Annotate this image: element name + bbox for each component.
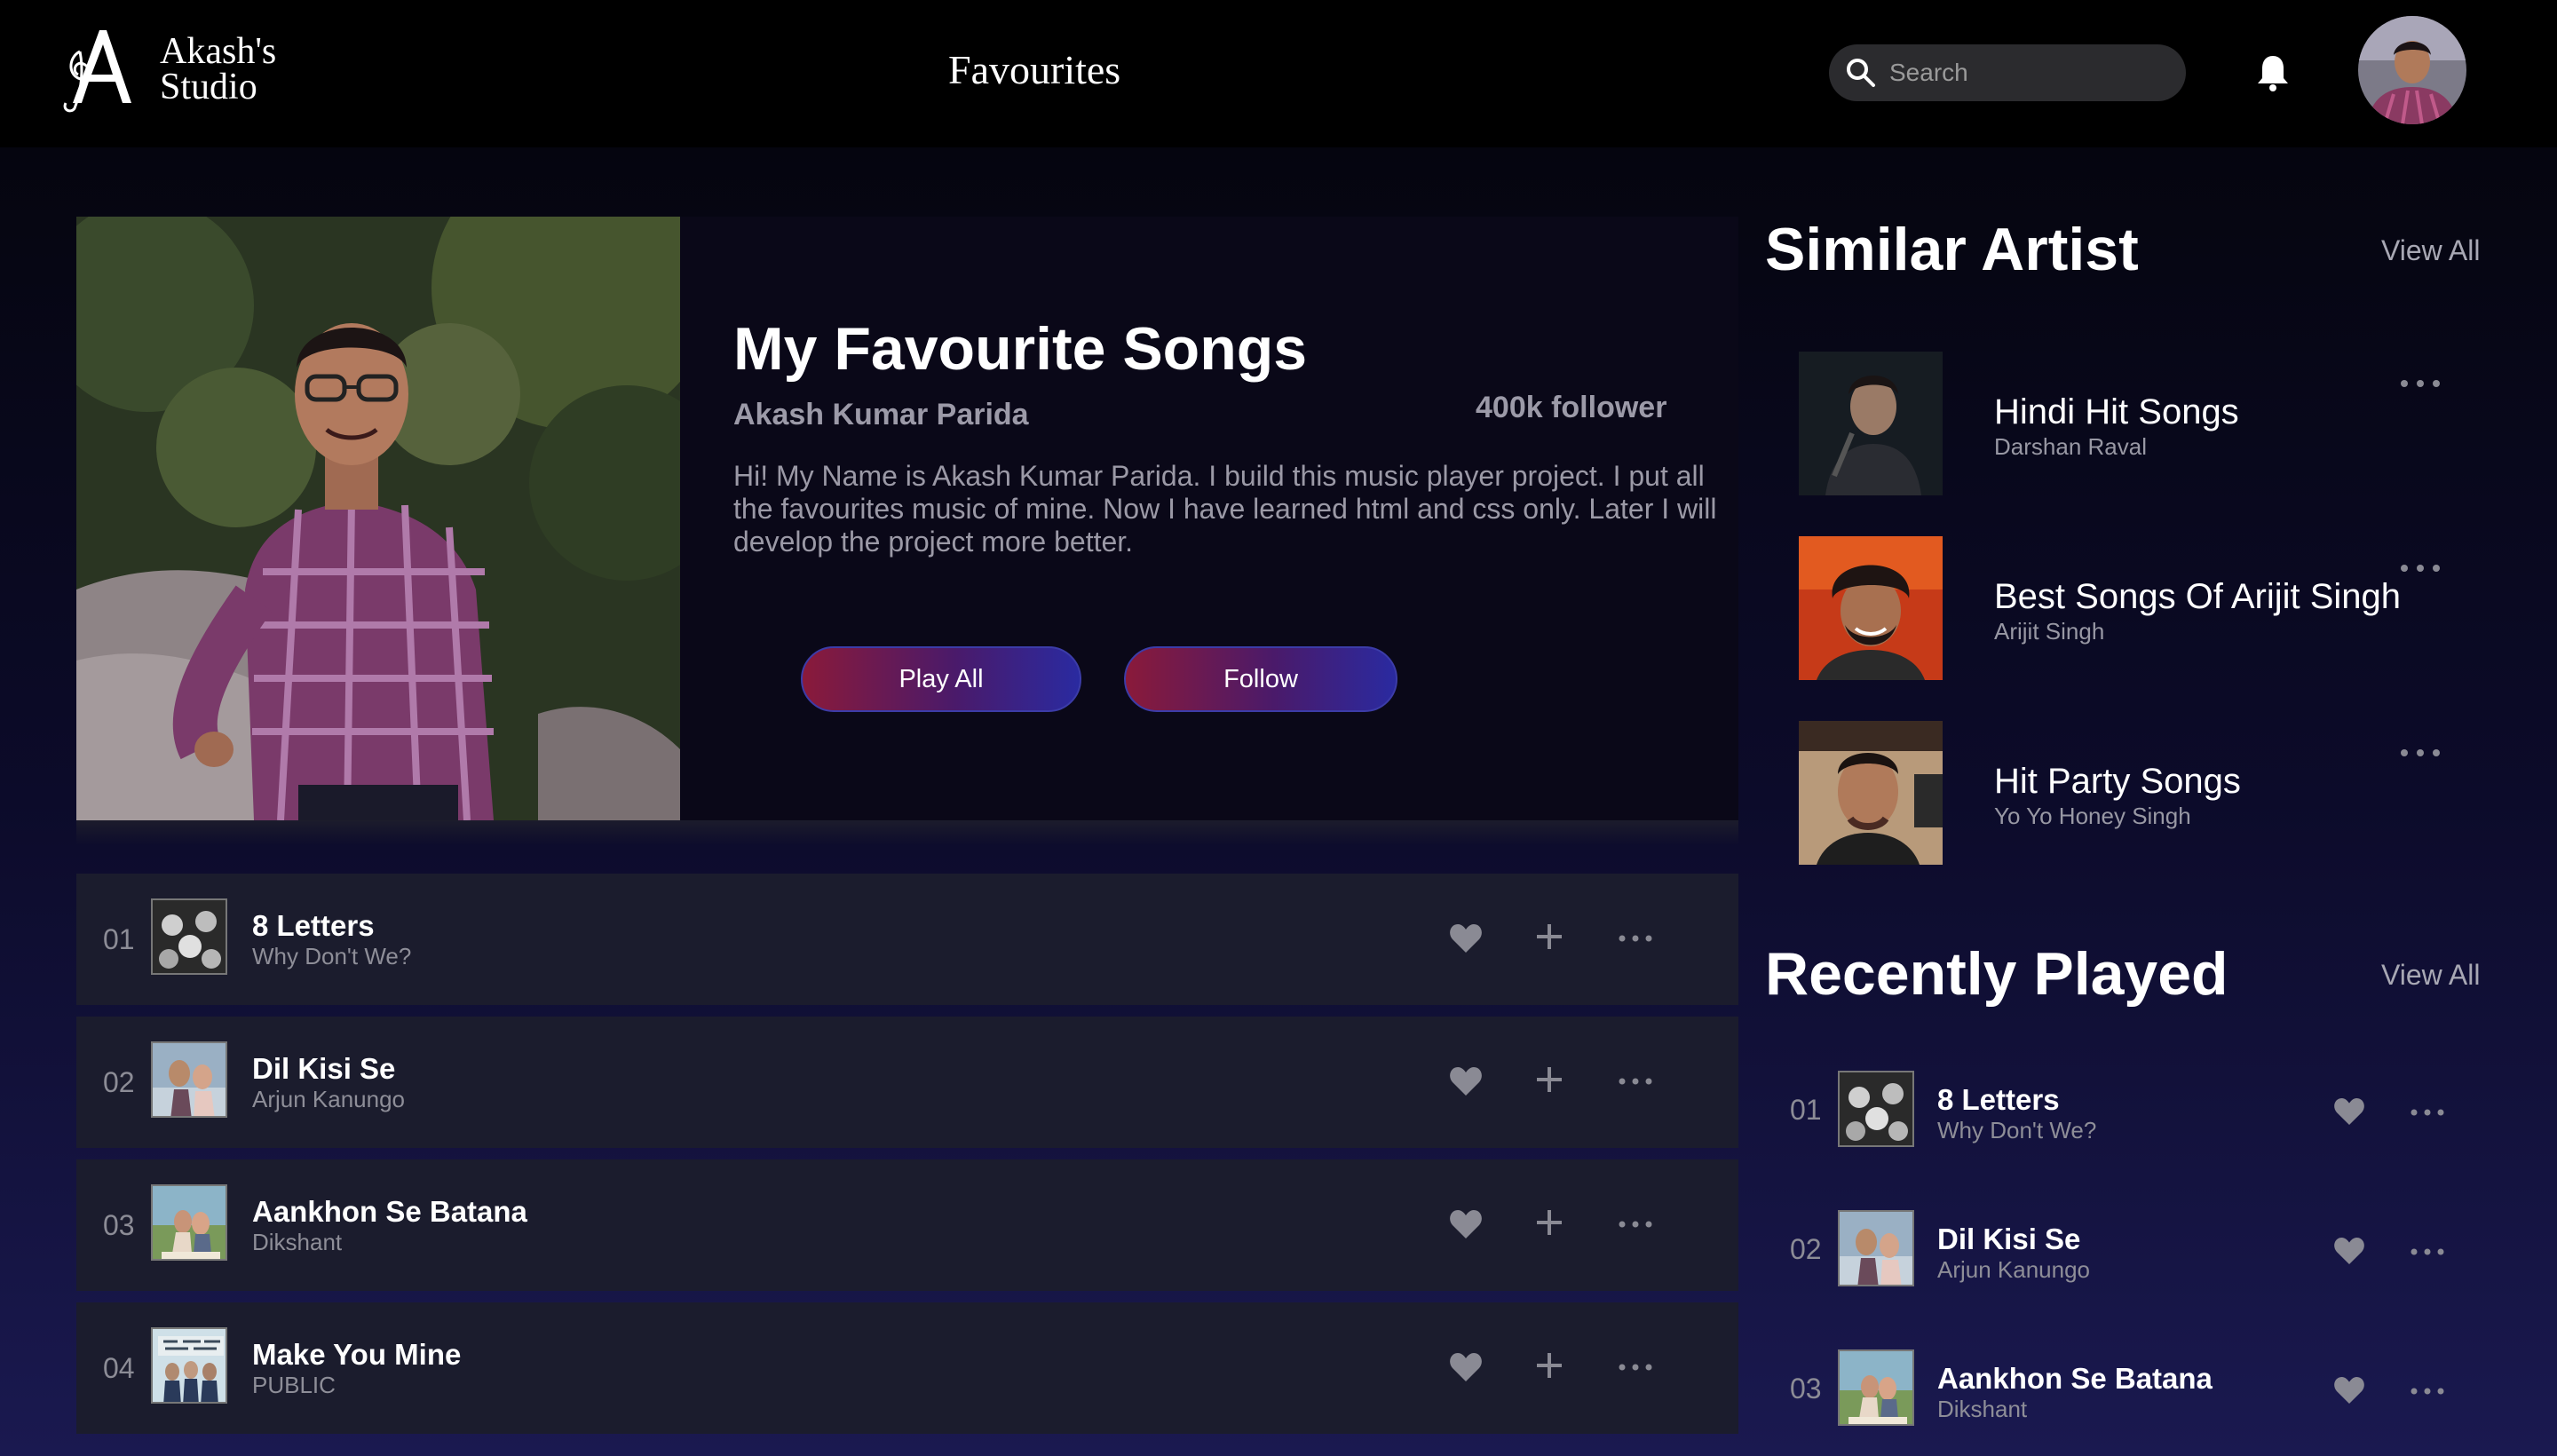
heart-icon[interactable] (2333, 1097, 2365, 1126)
track-number: 04 (103, 1352, 135, 1384)
heart-icon[interactable] (2333, 1376, 2365, 1405)
similar-artist-card[interactable]: Hit Party Songs Yo Yo Honey Singh (1799, 721, 2474, 866)
album-cover (1838, 1071, 1914, 1147)
more-options-icon[interactable] (2399, 559, 2442, 577)
hero-divider (76, 820, 1738, 845)
heart-icon[interactable] (1449, 923, 1483, 954)
notification-bell-icon[interactable] (2255, 53, 2291, 92)
search-input[interactable] (1889, 44, 2173, 101)
song-title[interactable]: Make You Mine (252, 1338, 461, 1372)
add-icon[interactable] (1534, 922, 1564, 952)
artist-name[interactable]: Darshan Raval (1994, 433, 2147, 461)
studio-logo[interactable]: Akash's Studio (53, 25, 276, 114)
heart-icon[interactable] (2333, 1237, 2365, 1265)
song-row[interactable]: 01 8 Letters Why Don't We? (76, 874, 1738, 1005)
recently-played-view-all-link[interactable]: View All (2381, 959, 2480, 992)
logo-text: Akash's Studio (160, 31, 277, 107)
playlist-owner[interactable]: Akash Kumar Parida (733, 398, 1029, 432)
follower-count: 400k follower (1476, 391, 1667, 424)
album-cover (151, 1041, 227, 1118)
song-artist[interactable]: Arjun Kanungo (252, 1086, 405, 1113)
more-options-icon[interactable] (2410, 1099, 2445, 1126)
recent-song-row[interactable]: 01 8 Letters Why Don't We? (1776, 1058, 2504, 1156)
heart-icon[interactable] (1449, 1352, 1483, 1382)
track-number: 03 (1790, 1373, 1822, 1405)
similar-artist-view-all-link[interactable]: View All (2381, 234, 2480, 267)
song-artist[interactable]: PUBLIC (252, 1372, 336, 1399)
similar-artist-card[interactable]: Best Songs Of Arijit Singh Arijit Singh (1799, 536, 2474, 682)
album-cover (1838, 1349, 1914, 1426)
song-artist[interactable]: Why Don't We? (252, 943, 411, 970)
song-title[interactable]: Aankhon Se Batana (252, 1195, 527, 1229)
track-number: 03 (103, 1209, 135, 1241)
album-cover (1838, 1210, 1914, 1286)
logo-line-2: Studio (160, 67, 257, 107)
song-artist[interactable]: Dikshant (252, 1229, 342, 1256)
add-icon[interactable] (1534, 1064, 1564, 1095)
song-title[interactable]: Dil Kisi Se (252, 1052, 395, 1086)
artist-thumbnail (1799, 352, 1943, 495)
song-row[interactable]: 04 Make You Mine PUBLIC (76, 1302, 1738, 1434)
song-artist[interactable]: Why Don't We? (1937, 1117, 2096, 1144)
album-cover (151, 1184, 227, 1261)
artist-playlist-name[interactable]: Hit Party Songs (1994, 762, 2241, 802)
album-cover (151, 898, 227, 975)
album-cover (151, 1327, 227, 1404)
add-icon[interactable] (1534, 1350, 1564, 1381)
more-options-icon[interactable] (1618, 1354, 1653, 1381)
track-number: 01 (103, 923, 135, 955)
search-bar[interactable] (1829, 44, 2186, 101)
logo-mark-icon (53, 25, 142, 114)
playlist-hero: My Favourite Songs Akash Kumar Parida 40… (76, 217, 1738, 820)
song-row[interactable]: 02 Dil Kisi Se Arjun Kanungo (76, 1017, 1738, 1148)
artist-playlist-name[interactable]: Best Songs Of Arijit Singh (1994, 577, 2401, 617)
similar-artist-card[interactable]: Hindi Hit Songs Darshan Raval (1799, 352, 2474, 497)
heart-icon[interactable] (1449, 1066, 1483, 1096)
add-icon[interactable] (1534, 1207, 1564, 1238)
more-options-icon[interactable] (1618, 925, 1653, 952)
playlist-description: Hi! My Name is Akash Kumar Parida. I bui… (733, 460, 1717, 558)
user-avatar[interactable] (2358, 16, 2466, 124)
song-title[interactable]: 8 Letters (1937, 1083, 2060, 1117)
follow-button[interactable]: Follow (1124, 646, 1397, 712)
artist-thumbnail (1799, 721, 1943, 865)
song-artist[interactable]: Dikshant (1937, 1396, 2027, 1423)
artist-name[interactable]: Arijit Singh (1994, 618, 2104, 645)
artist-playlist-name[interactable]: Hindi Hit Songs (1994, 392, 2239, 432)
song-title[interactable]: 8 Letters (252, 909, 375, 943)
top-header: Akash's Studio Favourites (0, 0, 2557, 147)
playlist-cover-photo (76, 217, 680, 820)
logo-line-1: Akash's (160, 31, 277, 72)
more-options-icon[interactable] (1618, 1211, 1653, 1238)
song-row[interactable]: 03 Aankhon Se Batana Dikshant (76, 1159, 1738, 1291)
playlist-title: My Favourite Songs (733, 315, 1308, 383)
recently-played-heading: Recently Played (1765, 940, 2228, 1008)
similar-artist-heading: Similar Artist (1765, 216, 2139, 283)
song-title[interactable]: Aankhon Se Batana (1937, 1362, 2213, 1396)
more-options-icon[interactable] (2399, 744, 2442, 762)
more-options-icon[interactable] (2410, 1378, 2445, 1405)
page-title: Favourites (948, 47, 1121, 92)
play-all-button[interactable]: Play All (801, 646, 1081, 712)
track-number: 01 (1790, 1094, 1822, 1126)
song-title[interactable]: Dil Kisi Se (1937, 1223, 2080, 1256)
search-icon (1845, 57, 1877, 89)
track-number: 02 (103, 1066, 135, 1098)
song-artist[interactable]: Arjun Kanungo (1937, 1256, 2090, 1284)
artist-name[interactable]: Yo Yo Honey Singh (1994, 803, 2191, 830)
recent-song-row[interactable]: 03 Aankhon Se Batana Dikshant (1776, 1337, 2504, 1435)
more-options-icon[interactable] (2399, 375, 2442, 392)
artist-thumbnail (1799, 536, 1943, 680)
more-options-icon[interactable] (2410, 1238, 2445, 1265)
more-options-icon[interactable] (1618, 1068, 1653, 1095)
track-number: 02 (1790, 1233, 1822, 1265)
heart-icon[interactable] (1449, 1209, 1483, 1239)
recent-song-row[interactable]: 02 Dil Kisi Se Arjun Kanungo (1776, 1198, 2504, 1295)
